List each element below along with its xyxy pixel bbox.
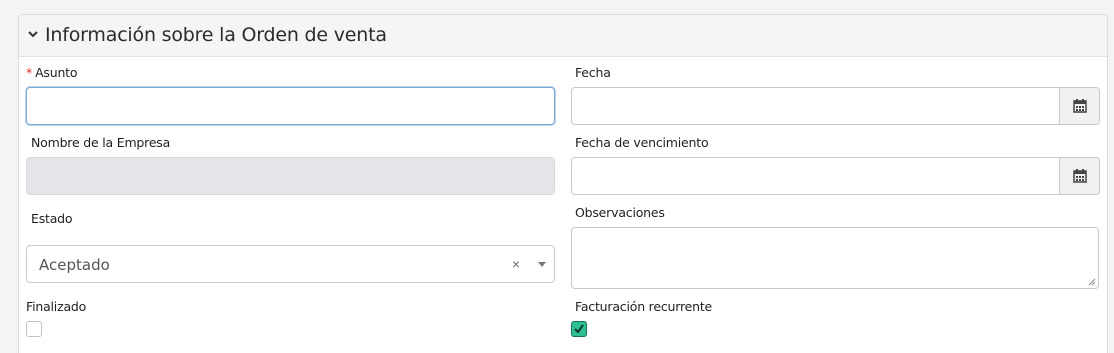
status-clear-button[interactable]: × xyxy=(512,256,520,272)
due-date-label: Fecha de vencimiento xyxy=(575,135,709,150)
due-date-picker-button[interactable] xyxy=(1059,158,1099,194)
date-input[interactable] xyxy=(571,87,1100,125)
company-label: Nombre de la Empresa xyxy=(31,135,171,150)
status-selected-value: Aceptado xyxy=(39,256,110,274)
finished-checkbox[interactable] xyxy=(26,321,42,337)
status-select[interactable]: Aceptado × xyxy=(26,245,555,283)
notes-textarea[interactable] xyxy=(571,227,1099,289)
date-label: Fecha xyxy=(575,65,611,80)
resize-handle-icon[interactable] xyxy=(1088,278,1096,286)
panel-title: Información sobre la Orden de venta xyxy=(45,24,387,46)
company-field xyxy=(26,157,555,195)
recurring-billing-checkbox[interactable] xyxy=(571,321,587,337)
calendar-icon xyxy=(1072,99,1087,113)
date-picker-button[interactable] xyxy=(1059,88,1099,124)
finished-label: Finalizado xyxy=(26,299,87,314)
recurring-billing-label: Facturación recurrente xyxy=(575,299,713,314)
notes-label: Observaciones xyxy=(575,205,665,220)
subject-label: * Asunto xyxy=(26,65,78,80)
chevron-down-icon[interactable] xyxy=(27,28,39,40)
check-icon xyxy=(574,324,584,334)
page-background xyxy=(0,0,1114,14)
caret-down-icon[interactable] xyxy=(538,262,546,268)
status-label: Estado xyxy=(31,211,73,226)
required-marker: * xyxy=(26,65,33,80)
due-date-input[interactable] xyxy=(571,157,1100,195)
calendar-icon xyxy=(1072,169,1087,183)
subject-input[interactable] xyxy=(26,87,555,125)
panel-header[interactable]: Información sobre la Orden de venta xyxy=(19,15,1107,57)
